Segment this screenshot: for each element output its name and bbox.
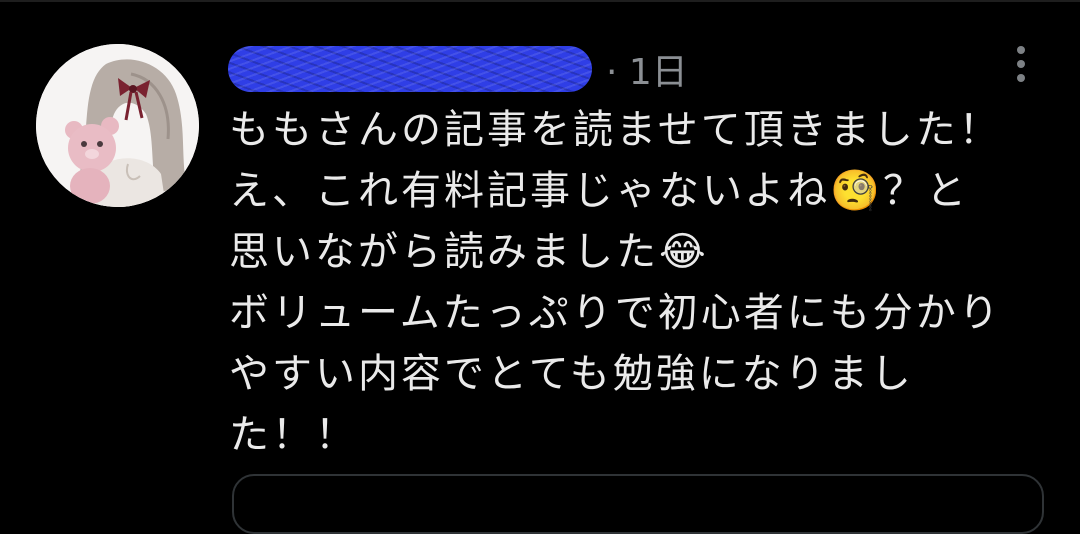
more-dot	[1017, 46, 1025, 54]
more-options-icon[interactable]	[1006, 44, 1036, 84]
more-dot	[1017, 74, 1025, 82]
comment-line: やすい内容でとても勉強になりまし	[229, 351, 914, 397]
comment-line: 思いながら読みました😂	[229, 229, 709, 275]
avatar[interactable]	[36, 44, 199, 207]
top-divider	[0, 0, 1080, 2]
comment-line: ももさんの記事を読ませて頂きました！	[229, 107, 1002, 153]
comment-text: ももさんの記事を読ませて頂きました！ え、これ有料記事じゃないよね🧐？と 思いな…	[229, 100, 1059, 466]
comment-line: え、これ有料記事じゃないよね🧐？と	[229, 168, 970, 214]
post-header: · 1日	[228, 40, 688, 98]
comment-line: た！！	[229, 412, 358, 458]
reply-card-edge[interactable]	[232, 474, 1044, 534]
redacted-username	[228, 46, 592, 92]
post-timestamp: · 1日	[606, 52, 688, 93]
avatar-illustration	[36, 44, 199, 207]
more-dot	[1017, 60, 1025, 68]
comment-line: ボリュームたっぷりで初心者にも分かり	[229, 290, 1002, 336]
